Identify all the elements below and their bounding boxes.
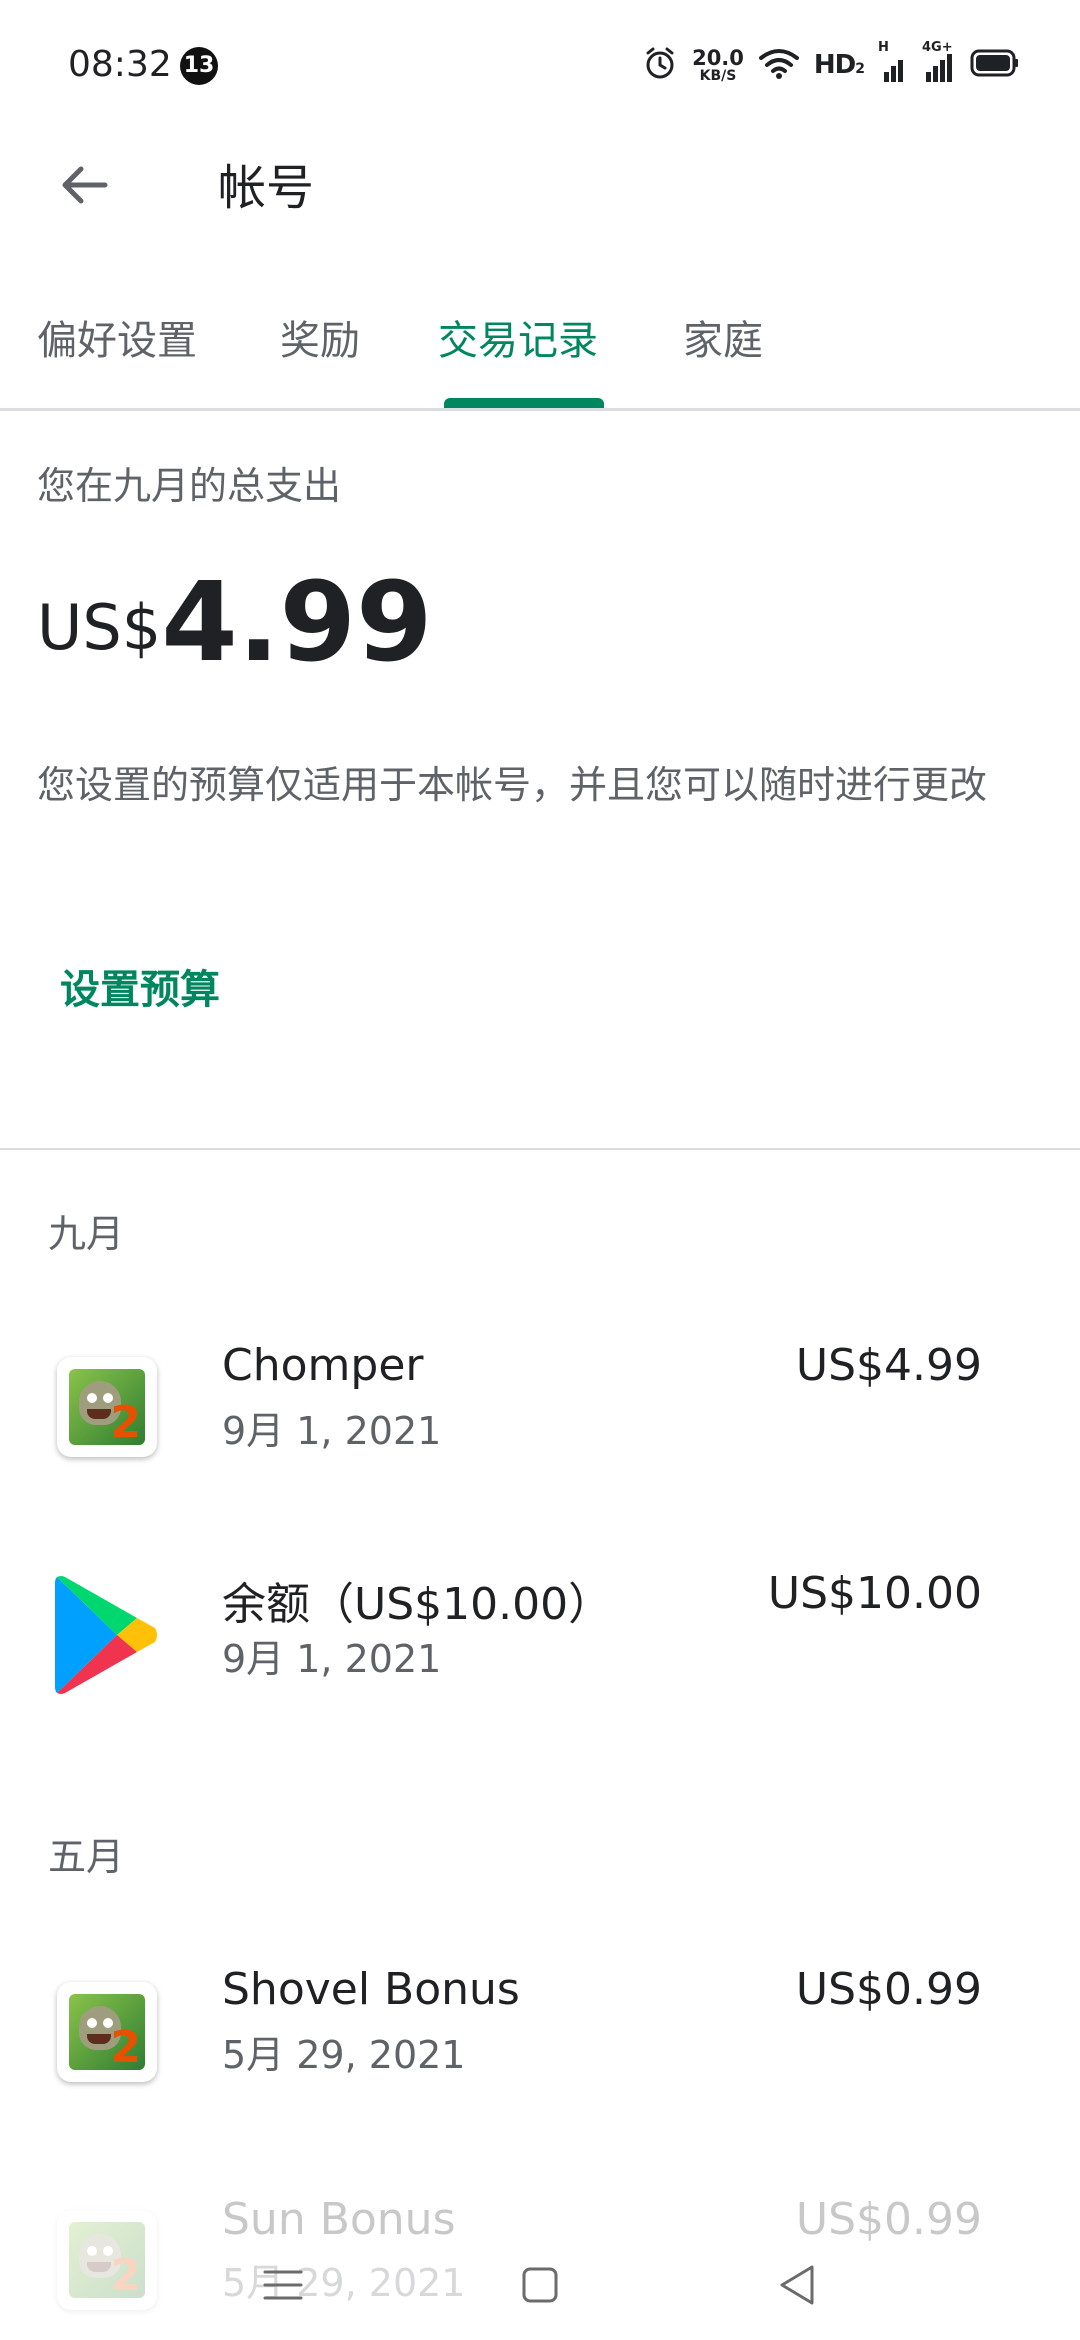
month-header: 五月 [48, 1835, 125, 1879]
transaction-amount: US$10.00 [767, 1568, 982, 1619]
google-play-icon [55, 1575, 157, 1694]
hd-label: HD [813, 50, 856, 80]
arrow-left-icon [62, 166, 108, 204]
signal-2-tag: 4G+ [922, 40, 953, 55]
monthly-spend-amount: US$ 4.99 [37, 558, 433, 686]
tab-preferences[interactable]: 偏好设置 [37, 308, 197, 366]
tab-family[interactable]: 家庭 [683, 308, 763, 366]
set-budget-button[interactable]: 设置预算 [60, 957, 220, 1015]
network-speed-unit: KB/S [699, 67, 737, 84]
transaction-date: 9月 1, 2021 [222, 1637, 442, 1681]
monthly-spend-label: 您在九月的总支出 [37, 464, 342, 508]
tab-bar: 偏好设置 奖励 交易记录 家庭 [0, 295, 1080, 410]
section-divider [0, 1148, 1080, 1150]
tab-order-history[interactable]: 交易记录 [438, 308, 598, 366]
back-button[interactable] [50, 150, 120, 220]
network-speed-value: 20.0 [692, 45, 744, 70]
battery-icon [970, 49, 1020, 81]
transaction-amount: US$0.99 [795, 1964, 982, 2015]
transaction-date: 5月 29, 2021 [222, 2033, 466, 2077]
network-speed: 20.0 KB/S [692, 45, 744, 84]
tab-rewards[interactable]: 奖励 [280, 308, 360, 366]
notification-count-badge: 13 [180, 47, 218, 85]
transaction-name: Chomper [222, 1340, 424, 1391]
signal-1-tag: H [878, 40, 889, 55]
transaction-name: 余额（US$10.00） [222, 1579, 613, 1630]
tabs-divider [0, 408, 1080, 411]
spend-currency: US$ [37, 591, 162, 664]
page-title: 帐号 [218, 160, 315, 216]
status-time: 08:32 [68, 44, 172, 85]
home-square-icon [522, 2267, 558, 2303]
hd-voice-indicator: HD2 [813, 50, 865, 80]
transaction-name: Shovel Bonus [222, 1964, 520, 2015]
hd-sub-label: 2 [855, 61, 865, 77]
status-icons: 20.0 KB/S HD2 H 4G+ [642, 40, 1020, 90]
pvz2-app-icon: 2 [57, 1357, 157, 1457]
menu-button[interactable] [248, 2250, 318, 2320]
budget-note: 您设置的预算仅适用于本帐号，并且您可以随时进行更改 [37, 763, 988, 807]
pvz2-app-icon: 2 [57, 1982, 157, 2082]
month-header: 九月 [48, 1212, 125, 1256]
menu-icon [263, 2270, 303, 2300]
alarm-icon [642, 45, 678, 85]
spend-value: 4.99 [161, 558, 433, 686]
transaction-date: 9月 1, 2021 [222, 1409, 442, 1453]
back-triangle-icon [780, 2265, 814, 2305]
active-tab-indicator [444, 398, 604, 408]
status-bar: 08:32 13 20.0 KB/S HD2 H 4G+ [0, 0, 1080, 130]
transaction-amount: US$4.99 [795, 1340, 982, 1391]
home-button[interactable] [505, 2250, 575, 2320]
system-back-button[interactable] [762, 2250, 832, 2320]
wifi-icon [758, 46, 800, 84]
system-navigation-bar [0, 2230, 1080, 2340]
signal-strength-icon-1: H [878, 40, 908, 82]
signal-strength-icon-2: 4G+ [922, 40, 956, 82]
